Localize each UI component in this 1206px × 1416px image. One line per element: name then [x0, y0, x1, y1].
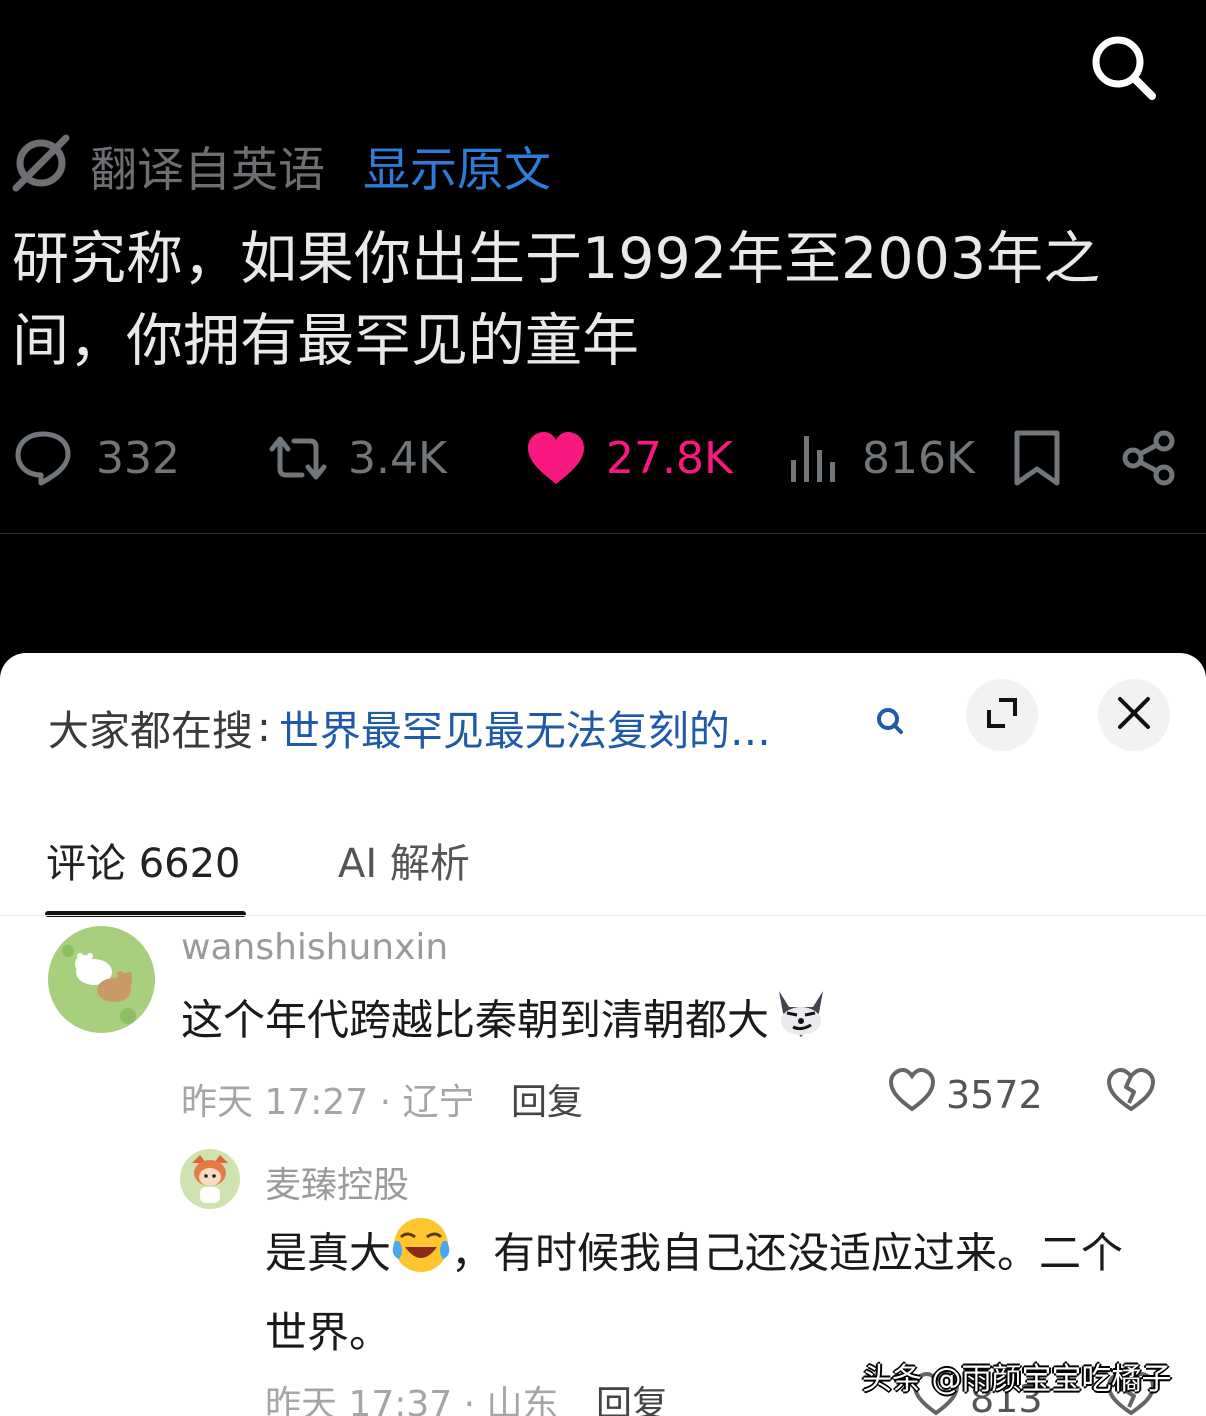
close-button[interactable]: [1098, 679, 1170, 751]
smirking-wolf-emoji: [769, 983, 833, 1063]
comment-username[interactable]: 麦臻控股: [265, 1156, 409, 1208]
tab-comments[interactable]: 评论 6620: [46, 831, 241, 889]
avatar[interactable]: [48, 926, 155, 1033]
avatar[interactable]: [180, 1149, 240, 1209]
comment-text: 是真大 ，有时候我自己还没适应过来。二个世界。: [265, 1215, 1145, 1369]
reply-button[interactable]: 回复: [596, 1375, 668, 1416]
comment-like-count: 3572: [946, 1072, 1043, 1117]
cartoon-girl-avatar: [180, 1149, 240, 1209]
search-icon[interactable]: [1088, 32, 1158, 102]
tweet-text: 研究称，如果你出生于1992年至2003年之间，你拥有最罕见的童年: [12, 226, 1101, 374]
trending-search[interactable]: 大家都在搜 : 世界最罕见最无法复刻的…: [48, 697, 771, 757]
trending-search-colon: :: [257, 703, 271, 751]
comment-text: 这个年代跨越比秦朝到清朝都大: [181, 983, 833, 1063]
trending-search-query[interactable]: 世界最罕见最无法复刻的…: [279, 697, 771, 757]
divider: [0, 533, 1206, 534]
heart-outline-icon: [888, 1067, 936, 1122]
tab-ai-analysis[interactable]: AI 解析: [338, 831, 470, 889]
retweet-count: 3.4K: [348, 432, 447, 484]
comment-dislike-button[interactable]: [1106, 1067, 1156, 1117]
view-count: 816K: [862, 432, 975, 484]
translated-from-label: 翻译自英语: [90, 142, 325, 198]
comment-time-location: 昨天 17:27 · 辽宁: [181, 1082, 475, 1123]
expand-button[interactable]: [966, 679, 1038, 751]
comment-like-button[interactable]: 3572: [888, 1067, 1043, 1122]
share-icon: [1120, 429, 1178, 487]
like-count: 27.8K: [606, 432, 733, 484]
broken-heart-icon: [1106, 1371, 1156, 1416]
show-original-link[interactable]: 显示原文: [363, 131, 551, 200]
like-action[interactable]: 27.8K: [526, 420, 733, 496]
comment-tabs: 评论 6620 AI 解析: [0, 823, 1206, 917]
comment-text-before: 是真大: [265, 1228, 392, 1278]
bookmark-icon: [1012, 429, 1062, 487]
close-icon: [1116, 695, 1152, 735]
comment-time-location: 昨天 17:37 · 山东: [265, 1384, 559, 1416]
tabs-divider: [0, 915, 1206, 916]
search-icon[interactable]: [870, 701, 910, 741]
comment-username[interactable]: wanshishunxin: [181, 927, 448, 968]
heart-filled-icon: [526, 430, 586, 486]
bookmark-action[interactable]: [1012, 420, 1062, 496]
reply-count: 332: [96, 432, 180, 484]
bears-on-grass-avatar: [48, 926, 155, 1033]
views-action[interactable]: 816K: [788, 420, 975, 496]
trending-search-prefix: 大家都在搜: [48, 707, 253, 755]
reply-action[interactable]: 332: [14, 420, 180, 496]
tweet-actions: 332 3.4K 27.8K 816K: [0, 420, 1206, 496]
comment-bubble-icon: [14, 430, 72, 486]
tweet-panel: 翻译自英语 显示原文 研究称，如果你出生于1992年至2003年之间，你拥有最罕…: [0, 0, 1206, 653]
translation-row: 翻译自英语 显示原文: [12, 132, 551, 198]
translate-icon: [12, 134, 70, 196]
comments-sheet: 大家都在搜 : 世界最罕见最无法复刻的… 评论 6620 AI 解析 wansh…: [0, 653, 1206, 1416]
comment-text-content: 这个年代跨越比秦朝到清朝都大: [181, 995, 770, 1045]
watermark: 头条 @雨颜宝宝吃橘子: [862, 1362, 1172, 1397]
share-action[interactable]: [1120, 420, 1178, 496]
retweet-action[interactable]: 3.4K: [266, 420, 447, 496]
broken-heart-icon: [1106, 1067, 1156, 1117]
active-tab-indicator: [45, 911, 246, 917]
retweet-icon: [266, 433, 330, 483]
laughing-crying-emoji: [391, 1215, 451, 1297]
bar-chart-icon: [788, 432, 838, 484]
expand-icon: [983, 694, 1021, 736]
reply-button[interactable]: 回复: [511, 1073, 583, 1125]
